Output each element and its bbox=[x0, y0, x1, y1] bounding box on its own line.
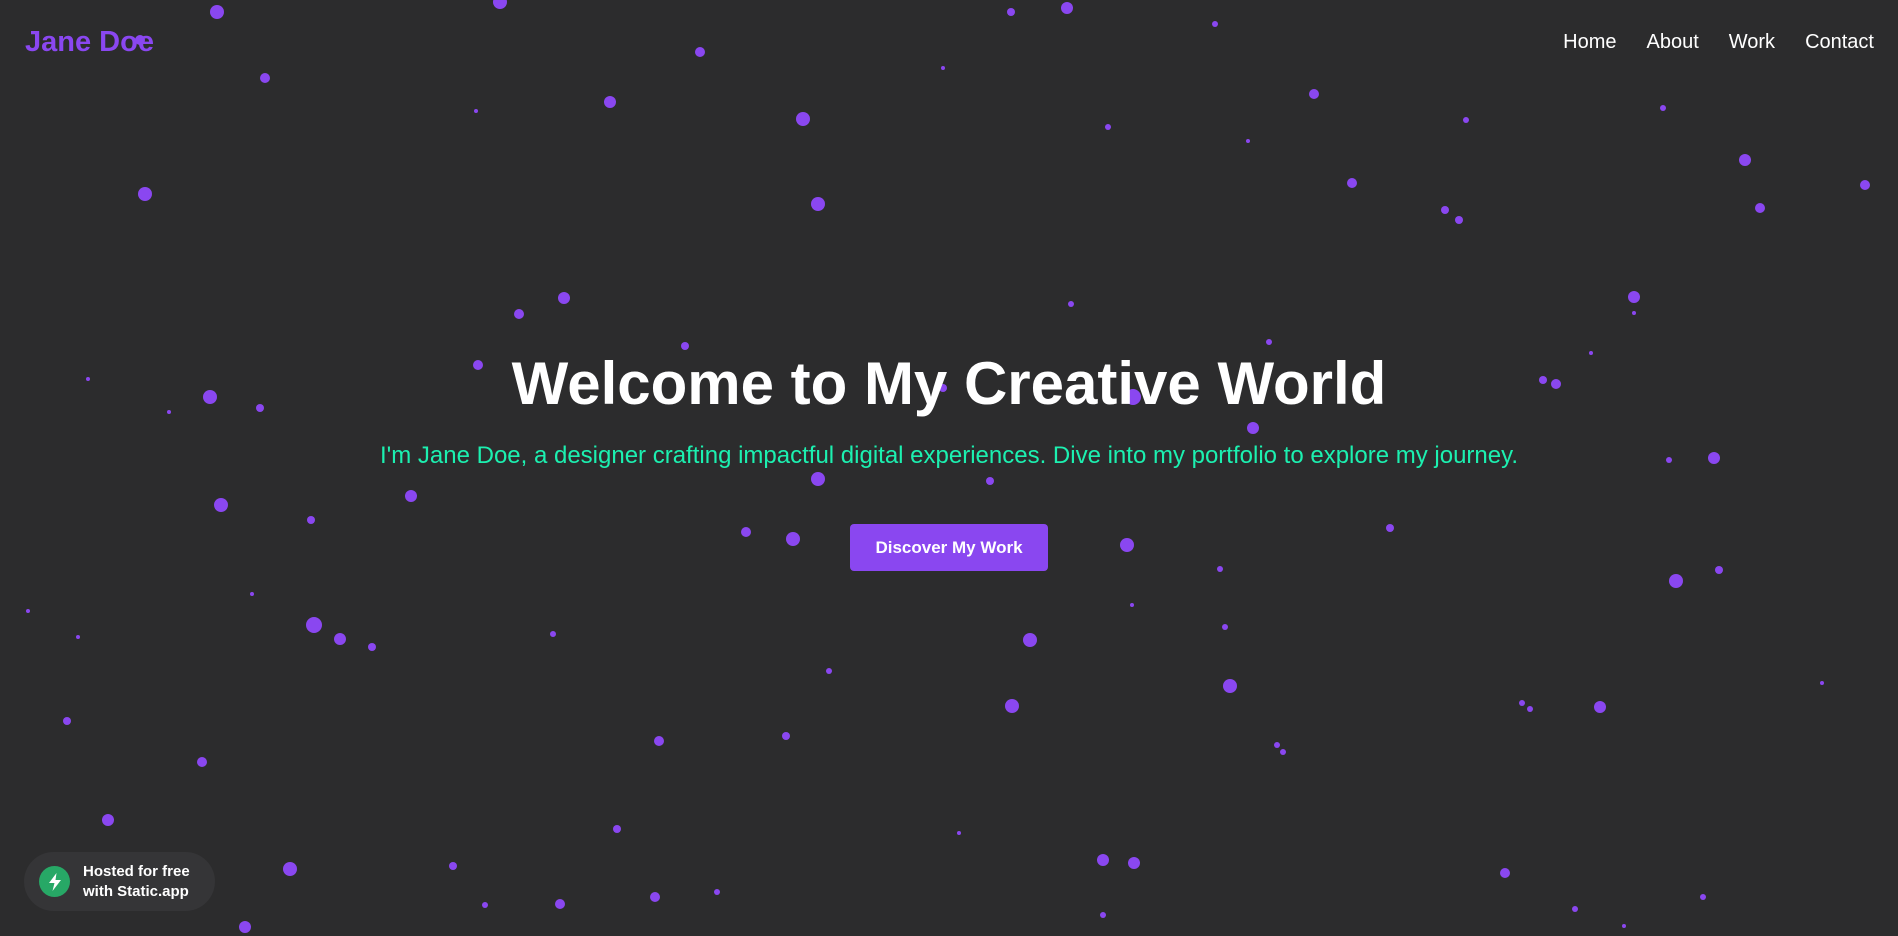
particle-dot bbox=[1594, 701, 1606, 713]
particle-dot bbox=[63, 717, 71, 725]
particle-dot bbox=[650, 892, 660, 902]
hero-title: Welcome to My Creative World bbox=[511, 350, 1387, 417]
particle-dot bbox=[1628, 291, 1640, 303]
particle-dot bbox=[1223, 679, 1237, 693]
particle-dot bbox=[1527, 706, 1533, 712]
particle-dot bbox=[1100, 912, 1106, 918]
hero-subtitle: I'm Jane Doe, a designer crafting impact… bbox=[379, 442, 1518, 469]
particle-dot bbox=[1274, 742, 1280, 748]
particle-dot bbox=[514, 309, 524, 319]
nav-about-link[interactable]: About bbox=[1646, 28, 1698, 56]
nav-work-link[interactable]: Work bbox=[1729, 28, 1775, 56]
particle-dot bbox=[283, 862, 297, 876]
lightning-bolt-icon bbox=[39, 866, 70, 897]
hero-section: Welcome to My Creative World I'm Jane Do… bbox=[0, 344, 1898, 571]
particle-dot bbox=[102, 814, 114, 826]
logo-link[interactable]: Jane Doe bbox=[25, 24, 154, 60]
particle-dot bbox=[1519, 700, 1525, 706]
particle-dot bbox=[1097, 854, 1109, 866]
particle-dot bbox=[1280, 749, 1286, 755]
particle-dot bbox=[250, 592, 254, 596]
hosted-badge[interactable]: Hosted for free with Static.app bbox=[24, 852, 215, 911]
particle-dot bbox=[1105, 124, 1111, 130]
particle-dot bbox=[1739, 154, 1751, 166]
particle-dot bbox=[1347, 178, 1357, 188]
particle-dot bbox=[714, 889, 720, 895]
particle-dot bbox=[1660, 105, 1666, 111]
particle-dot bbox=[550, 631, 556, 637]
particle-dot bbox=[1023, 633, 1037, 647]
particle-dot bbox=[1632, 311, 1636, 315]
particle-dot bbox=[1572, 906, 1578, 912]
discover-work-button[interactable]: Discover My Work bbox=[850, 524, 1048, 571]
particle-dot bbox=[782, 732, 790, 740]
page: Jane Doe Home About Work Contact Welcome… bbox=[0, 0, 1898, 936]
particle-dot bbox=[334, 633, 346, 645]
particle-dot bbox=[1755, 203, 1765, 213]
particle-dot bbox=[1669, 574, 1683, 588]
particle-dot bbox=[826, 668, 832, 674]
particle-dot bbox=[239, 921, 251, 933]
main-nav: Home About Work Contact bbox=[1563, 28, 1874, 56]
particle-dot bbox=[1005, 699, 1019, 713]
particle-dot bbox=[796, 112, 810, 126]
particle-dot bbox=[26, 609, 30, 613]
particle-dot bbox=[76, 635, 80, 639]
particle-dot bbox=[1246, 139, 1250, 143]
nav-home-link[interactable]: Home bbox=[1563, 28, 1616, 56]
particle-dot bbox=[558, 292, 570, 304]
particle-dot bbox=[1622, 924, 1626, 928]
particle-dot bbox=[1441, 206, 1449, 214]
particle-dot bbox=[957, 831, 961, 835]
badge-text: Hosted for free with Static.app bbox=[83, 862, 190, 900]
particle-dot bbox=[1820, 681, 1824, 685]
particle-dot bbox=[1222, 624, 1228, 630]
particle-dot bbox=[1128, 857, 1140, 869]
particle-dot bbox=[654, 736, 664, 746]
particle-dot bbox=[1309, 89, 1319, 99]
particle-dot bbox=[555, 899, 565, 909]
particle-dot bbox=[449, 862, 457, 870]
particle-dot bbox=[1500, 868, 1510, 878]
particle-dot bbox=[138, 187, 152, 201]
particle-dot bbox=[1860, 180, 1870, 190]
particle-dot bbox=[1700, 894, 1706, 900]
site-header: Jane Doe Home About Work Contact bbox=[0, 0, 1898, 86]
particle-dot bbox=[1463, 117, 1469, 123]
particle-dot bbox=[1455, 216, 1463, 224]
particle-dot bbox=[482, 902, 488, 908]
particle-dot bbox=[368, 643, 376, 651]
particle-dot bbox=[1130, 603, 1134, 607]
particle-dot bbox=[613, 825, 621, 833]
particle-dot bbox=[604, 96, 616, 108]
nav-contact-link[interactable]: Contact bbox=[1805, 28, 1874, 56]
particle-dot bbox=[474, 109, 478, 113]
particle-dot bbox=[306, 617, 322, 633]
particle-dot bbox=[197, 757, 207, 767]
particle-dot bbox=[811, 197, 825, 211]
particle-dot bbox=[1068, 301, 1074, 307]
